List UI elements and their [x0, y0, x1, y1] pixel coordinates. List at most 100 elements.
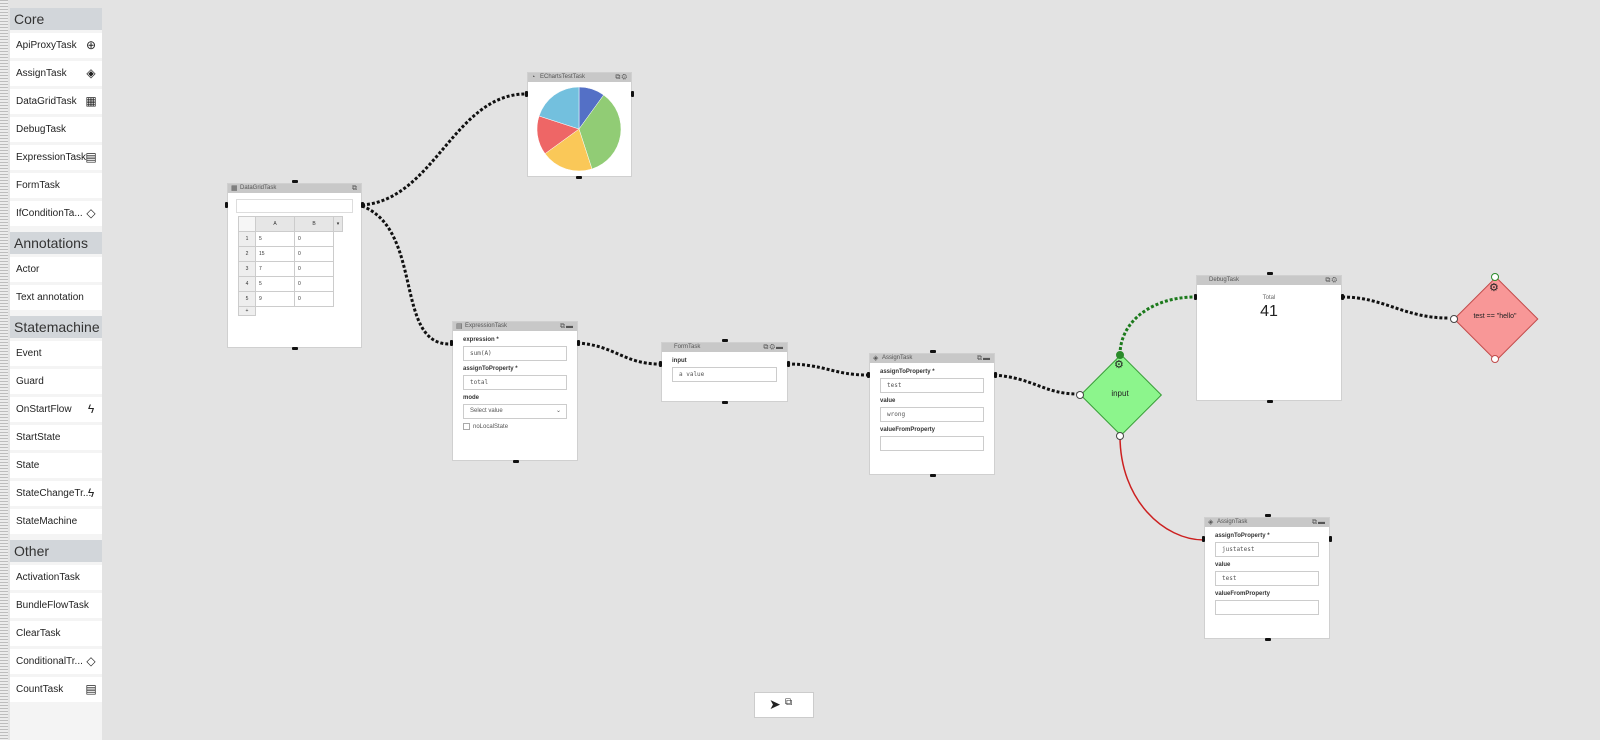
- input-port[interactable]: [867, 372, 870, 378]
- top-port[interactable]: [1265, 514, 1271, 517]
- top-port[interactable]: [930, 350, 936, 353]
- add-row-button[interactable]: +: [238, 306, 256, 316]
- node-header[interactable]: ▦ DataGridTask ⧉: [228, 184, 361, 193]
- output-port[interactable]: [631, 91, 634, 97]
- section-header-other[interactable]: Other: [10, 540, 102, 562]
- select-area-tool-icon[interactable]: ⧉: [785, 697, 792, 708]
- input-port[interactable]: [1076, 391, 1084, 399]
- grid-cell[interactable]: 9: [255, 291, 295, 307]
- node-header[interactable]: DebugTask ⧉⚙: [1197, 276, 1341, 285]
- palette-item[interactable]: AssignTask ◈: [10, 61, 102, 86]
- wire-condition-to-debug[interactable]: [1118, 295, 1196, 356]
- value-from-property-input[interactable]: [1215, 600, 1319, 615]
- value-input[interactable]: wrong: [880, 407, 984, 422]
- wire-debug-to-condition2[interactable]: [1341, 295, 1449, 320]
- palette-item[interactable]: StateMachine: [10, 509, 102, 534]
- wire-assign-to-condition[interactable]: [993, 373, 1079, 396]
- grid-column-header[interactable]: A: [255, 216, 295, 232]
- debug-task-node[interactable]: DebugTask ⧉⚙ Total 41: [1194, 272, 1344, 403]
- assign-to-property-input[interactable]: test: [880, 378, 984, 393]
- bottom-port[interactable]: [1267, 400, 1273, 403]
- section-header-statemachine[interactable]: Statemachine: [10, 316, 102, 338]
- true-output-port[interactable]: [1116, 351, 1124, 359]
- top-port[interactable]: [722, 339, 728, 342]
- bottom-port[interactable]: [576, 176, 582, 179]
- wire-form-to-assign[interactable]: [786, 362, 868, 377]
- expression-input[interactable]: sum(A): [463, 346, 567, 361]
- data-grid-table[interactable]: A B ▾ 1 5 0 2 15 0 3 7 0 4 5 0 5 9 0 +: [238, 216, 343, 316]
- palette-item[interactable]: StateChangeTr... ϟ: [10, 481, 102, 506]
- palette-item[interactable]: CountTask ▤: [10, 677, 102, 702]
- section-header-core[interactable]: Core: [10, 8, 102, 30]
- palette-item[interactable]: ConditionalTr... ◇: [10, 649, 102, 674]
- copy-settings-icons[interactable]: ⧉⚙: [615, 73, 628, 82]
- false-output-port[interactable]: [1116, 432, 1124, 440]
- add-column-icon[interactable]: ▾: [333, 216, 343, 232]
- input-port[interactable]: [225, 202, 228, 208]
- palette-item[interactable]: Guard: [10, 369, 102, 394]
- gear-icon[interactable]: ⚙: [1489, 281, 1499, 294]
- resize-handle[interactable]: [0, 0, 8, 740]
- output-port[interactable]: [577, 340, 580, 346]
- false-output-port[interactable]: [1491, 355, 1499, 363]
- grid-cell[interactable]: 0: [294, 261, 334, 277]
- output-port[interactable]: [1329, 536, 1332, 542]
- palette-item[interactable]: State: [10, 453, 102, 478]
- grid-cell[interactable]: 0: [294, 231, 334, 247]
- flow-canvas[interactable]: ▦ DataGridTask ⧉ A B ▾ 1 5 0 2 15 0 3 7 0 4 5 0 5 9 0 + ◔ ECh…: [104, 0, 1600, 740]
- assign-task-node[interactable]: ◈ AssignTask ⧉▬ assignToProperty * test va…: [867, 350, 997, 477]
- bottom-port[interactable]: [513, 460, 519, 463]
- copy-save-icons[interactable]: ⧉▬: [560, 322, 574, 331]
- grid-cell[interactable]: 15: [255, 246, 295, 262]
- wire-datagrid-to-expression[interactable]: [361, 204, 451, 346]
- input-port[interactable]: [1202, 536, 1205, 542]
- palette-item[interactable]: StartState: [10, 425, 102, 450]
- copy-save-icons[interactable]: ⧉▬: [1312, 518, 1326, 527]
- value-from-property-input[interactable]: [880, 436, 984, 451]
- pointer-tool-icon[interactable]: ➤: [769, 696, 781, 713]
- palette-item[interactable]: IfConditionTa... ◇: [10, 201, 102, 226]
- output-port[interactable]: [361, 202, 364, 208]
- copy-save-icons[interactable]: ⧉▬: [977, 354, 991, 363]
- if-condition-node-2[interactable]: test == "hello" ⚙: [1450, 273, 1539, 363]
- copy-settings-icons[interactable]: ⧉⚙: [1325, 276, 1338, 285]
- nolocalstate-row[interactable]: noLocalState: [463, 423, 567, 430]
- output-port[interactable]: [994, 372, 997, 378]
- nolocalstate-checkbox[interactable]: [463, 423, 470, 430]
- palette-item[interactable]: ApiProxyTask ⊕: [10, 33, 102, 58]
- palette-item[interactable]: OnStartFlow ϟ: [10, 397, 102, 422]
- output-port[interactable]: [1341, 294, 1344, 300]
- assign-to-property-input[interactable]: total: [463, 375, 567, 390]
- expression-task-node[interactable]: ▤ ExpressionTask ⧉▬ expression * sum(A) as…: [450, 322, 580, 463]
- form-input-field[interactable]: a value: [672, 367, 777, 382]
- palette-item[interactable]: ClearTask: [10, 621, 102, 646]
- palette-item[interactable]: Event: [10, 341, 102, 366]
- gear-icon[interactable]: ⚙: [1114, 358, 1124, 371]
- input-port[interactable]: [1194, 294, 1197, 300]
- node-header[interactable]: ◈ AssignTask ⧉▬: [1205, 518, 1329, 527]
- bottom-port[interactable]: [930, 474, 936, 477]
- value-input[interactable]: test: [1215, 571, 1319, 586]
- copy-icon[interactable]: ⧉: [352, 184, 358, 193]
- input-port[interactable]: [1450, 315, 1458, 323]
- wire-datagrid-to-echarts[interactable]: [361, 92, 526, 207]
- palette-item[interactable]: DataGridTask ▦: [10, 89, 102, 114]
- mode-select[interactable]: Select value ⌄: [463, 404, 567, 419]
- echarts-task-node[interactable]: ◔ EChartsTestTask ⧉⚙: [525, 73, 634, 179]
- palette-item[interactable]: BundleFlowTask: [10, 593, 102, 618]
- node-header[interactable]: FormTask ⧉⚙▬: [662, 343, 787, 352]
- palette-item[interactable]: Actor: [10, 257, 102, 282]
- if-condition-node[interactable]: input ⚙: [1076, 351, 1163, 440]
- node-header[interactable]: ◔ EChartsTestTask ⧉⚙: [528, 73, 631, 82]
- grid-cell[interactable]: 0: [294, 291, 334, 307]
- node-header[interactable]: ◈ AssignTask ⧉▬: [870, 354, 994, 363]
- datagrid-task-node[interactable]: ▦ DataGridTask ⧉ A B ▾ 1 5 0 2 15 0 3 7 0 4 5 0 5 9 0 +: [225, 180, 364, 350]
- palette-item[interactable]: ExpressionTask ▤: [10, 145, 102, 170]
- bottom-port[interactable]: [722, 401, 728, 404]
- assign-to-property-input[interactable]: justatest: [1215, 542, 1319, 557]
- bottom-port[interactable]: [1265, 638, 1271, 641]
- input-port[interactable]: [525, 91, 528, 97]
- node-header[interactable]: ▤ ExpressionTask ⧉▬: [453, 322, 577, 331]
- section-header-annotations[interactable]: Annotations: [10, 232, 102, 254]
- grid-column-header[interactable]: B: [294, 216, 334, 232]
